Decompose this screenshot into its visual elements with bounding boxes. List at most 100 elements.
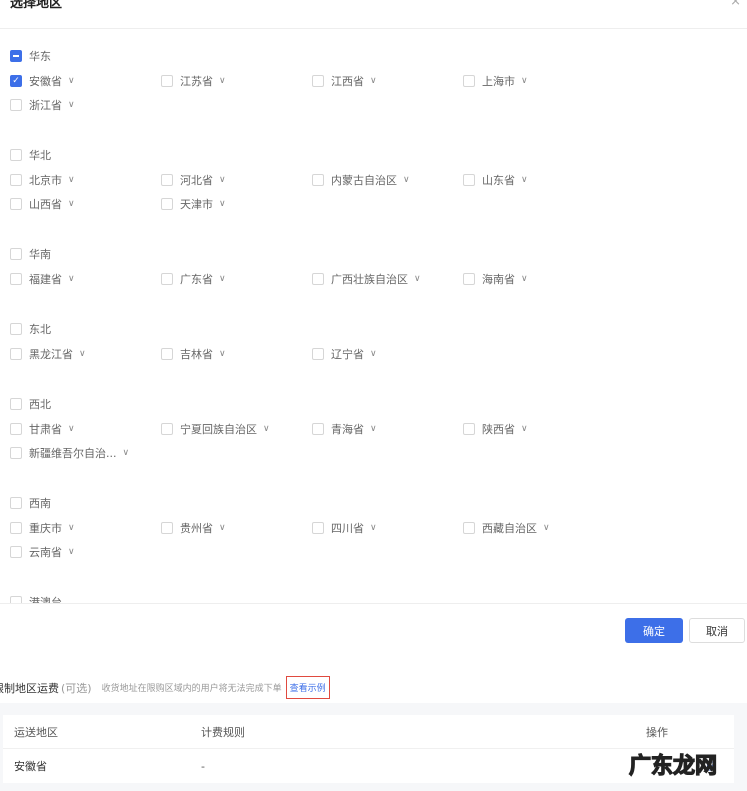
province-checkbox[interactable] — [161, 198, 173, 210]
group-checkbox[interactable] — [10, 323, 22, 335]
confirm-button[interactable]: 确定 — [625, 618, 683, 643]
province-checkbox[interactable] — [10, 273, 22, 285]
province-checkbox[interactable] — [463, 522, 475, 534]
chevron-down-icon[interactable]: ∨ — [414, 274, 421, 284]
province-item[interactable]: 江苏省 ∨ — [161, 69, 312, 93]
group-checkbox[interactable] — [10, 596, 22, 603]
close-icon[interactable]: × — [730, 0, 741, 9]
province-checkbox[interactable] — [10, 546, 22, 558]
province-item[interactable]: 天津市 ∨ — [161, 192, 312, 216]
group-header[interactable]: 西南 — [0, 490, 747, 516]
chevron-down-icon[interactable]: ∨ — [370, 523, 377, 533]
group-checkbox[interactable] — [10, 497, 22, 509]
province-checkbox[interactable] — [463, 174, 475, 186]
province-item[interactable]: 新疆维吾尔自治... ∨ — [10, 441, 161, 465]
province-item[interactable]: 内蒙古自治区 ∨ — [312, 168, 463, 192]
province-checkbox[interactable] — [10, 174, 22, 186]
group-header[interactable]: 华北 — [0, 142, 747, 168]
province-item[interactable]: 江西省 ∨ — [312, 69, 463, 93]
province-item[interactable]: 黑龙江省 ∨ — [10, 342, 161, 366]
province-item[interactable]: 河北省 ∨ — [161, 168, 312, 192]
province-item[interactable]: 广东省 ∨ — [161, 267, 312, 291]
province-checkbox[interactable] — [463, 273, 475, 285]
chevron-down-icon[interactable]: ∨ — [68, 523, 75, 533]
province-checkbox[interactable] — [161, 522, 173, 534]
chevron-down-icon[interactable]: ∨ — [370, 349, 377, 359]
province-checkbox[interactable] — [161, 423, 173, 435]
chevron-down-icon[interactable]: ∨ — [68, 547, 75, 557]
chevron-down-icon[interactable]: ∨ — [68, 76, 75, 86]
group-checkbox[interactable] — [10, 248, 22, 260]
cancel-button[interactable]: 取消 — [689, 618, 745, 643]
province-checkbox[interactable] — [161, 174, 173, 186]
province-checkbox[interactable] — [161, 75, 173, 87]
province-checkbox[interactable] — [312, 273, 324, 285]
province-item[interactable]: 青海省 ∨ — [312, 417, 463, 441]
group-header[interactable]: 港澳台 — [0, 589, 747, 603]
chevron-down-icon[interactable]: ∨ — [68, 175, 75, 185]
chevron-down-icon[interactable]: ∨ — [521, 424, 528, 434]
province-checkbox[interactable]: ✓ — [10, 75, 22, 87]
province-checkbox[interactable] — [312, 423, 324, 435]
group-checkbox[interactable] — [10, 149, 22, 161]
region-list[interactable]: 华东 ✓ 安徽省 ∨ 江苏省 ∨ 江西省 ∨ 上海市 ∨ 浙江省 ∨ 华北 北京市 ∨ 河北省 ∨ 内蒙古自治区 ∨… — [0, 43, 747, 604]
chevron-down-icon[interactable]: ∨ — [370, 76, 377, 86]
chevron-down-icon[interactable]: ∨ — [521, 274, 528, 284]
chevron-down-icon[interactable]: ∨ — [79, 349, 86, 359]
province-item[interactable]: 四川省 ∨ — [312, 516, 463, 540]
chevron-down-icon[interactable]: ∨ — [219, 76, 226, 86]
view-example-link[interactable]: 查看示例 — [285, 676, 330, 699]
province-item[interactable]: ✓ 安徽省 ∨ — [10, 69, 161, 93]
province-item[interactable]: 海南省 ∨ — [463, 267, 614, 291]
chevron-down-icon[interactable]: ∨ — [521, 76, 528, 86]
chevron-down-icon[interactable]: ∨ — [219, 274, 226, 284]
province-item[interactable]: 北京市 ∨ — [10, 168, 161, 192]
province-checkbox[interactable] — [312, 348, 324, 360]
chevron-down-icon[interactable]: ∨ — [68, 424, 75, 434]
province-item[interactable]: 山东省 ∨ — [463, 168, 614, 192]
province-item[interactable]: 云南省 ∨ — [10, 540, 161, 564]
chevron-down-icon[interactable]: ∨ — [219, 199, 226, 209]
province-checkbox[interactable] — [161, 273, 173, 285]
province-item[interactable]: 山西省 ∨ — [10, 192, 161, 216]
group-header[interactable]: 西北 — [0, 391, 747, 417]
province-item[interactable]: 浙江省 ∨ — [10, 93, 161, 117]
province-item[interactable]: 西藏自治区 ∨ — [463, 516, 614, 540]
chevron-down-icon[interactable]: ∨ — [68, 100, 75, 110]
chevron-down-icon[interactable]: ∨ — [68, 199, 75, 209]
group-header[interactable]: 华南 — [0, 241, 747, 267]
province-item[interactable]: 辽宁省 ∨ — [312, 342, 463, 366]
group-checkbox[interactable] — [10, 398, 22, 410]
province-checkbox[interactable] — [10, 348, 22, 360]
group-header[interactable]: 华东 — [0, 43, 747, 69]
chevron-down-icon[interactable]: ∨ — [370, 424, 377, 434]
province-checkbox[interactable] — [10, 447, 22, 459]
province-checkbox[interactable] — [463, 423, 475, 435]
province-checkbox[interactable] — [10, 522, 22, 534]
chevron-down-icon[interactable]: ∨ — [219, 175, 226, 185]
province-item[interactable]: 重庆市 ∨ — [10, 516, 161, 540]
province-checkbox[interactable] — [10, 99, 22, 111]
province-item[interactable]: 福建省 ∨ — [10, 267, 161, 291]
chevron-down-icon[interactable]: ∨ — [219, 523, 226, 533]
chevron-down-icon[interactable]: ∨ — [521, 175, 528, 185]
province-item[interactable]: 吉林省 ∨ — [161, 342, 312, 366]
chevron-down-icon[interactable]: ∨ — [219, 349, 226, 359]
province-checkbox[interactable] — [463, 75, 475, 87]
province-checkbox[interactable] — [10, 198, 22, 210]
chevron-down-icon[interactable]: ∨ — [263, 424, 270, 434]
province-checkbox[interactable] — [10, 423, 22, 435]
province-item[interactable]: 宁夏回族自治区 ∨ — [161, 417, 312, 441]
chevron-down-icon[interactable]: ∨ — [543, 523, 550, 533]
province-checkbox[interactable] — [312, 174, 324, 186]
group-checkbox[interactable] — [10, 50, 22, 62]
chevron-down-icon[interactable]: ∨ — [123, 448, 130, 458]
province-item[interactable]: 陕西省 ∨ — [463, 417, 614, 441]
province-item[interactable]: 贵州省 ∨ — [161, 516, 312, 540]
chevron-down-icon[interactable]: ∨ — [403, 175, 410, 185]
province-item[interactable]: 广西壮族自治区 ∨ — [312, 267, 463, 291]
province-item[interactable]: 甘肃省 ∨ — [10, 417, 161, 441]
province-checkbox[interactable] — [312, 75, 324, 87]
group-header[interactable]: 东北 — [0, 316, 747, 342]
province-item[interactable]: 上海市 ∨ — [463, 69, 614, 93]
